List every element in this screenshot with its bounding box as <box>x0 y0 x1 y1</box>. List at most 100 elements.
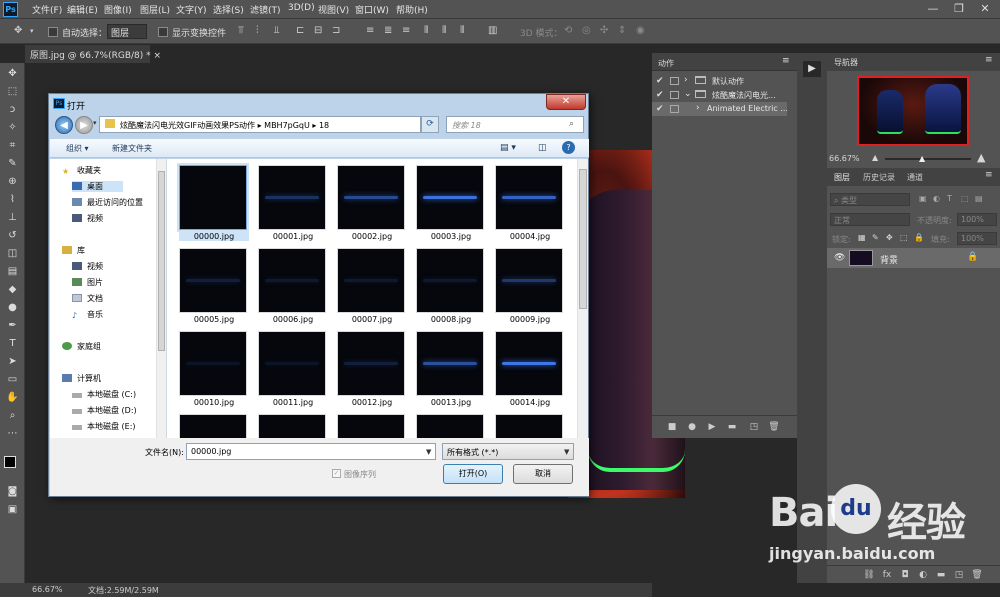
file-item[interactable] <box>416 414 486 438</box>
file-item[interactable] <box>179 414 249 438</box>
lock-position-icon[interactable]: ✥ <box>886 233 893 242</box>
blur-tool-icon[interactable]: ◆ <box>5 283 20 297</box>
lock-all-icon[interactable]: 🔒 <box>914 233 924 242</box>
zoom-tool-icon[interactable]: ⌕ <box>5 409 20 423</box>
pen-tool-icon[interactable]: ✒ <box>5 319 20 333</box>
distribute-bottom-icon[interactable]: ≡ <box>402 25 410 37</box>
path-selection-tool-icon[interactable]: ➤ <box>5 355 20 369</box>
menu-help[interactable]: 帮助(H) <box>396 3 428 16</box>
nav-music[interactable]: ♪ 音乐 <box>72 309 103 320</box>
preview-pane-icon[interactable]: ◫ <box>538 143 547 153</box>
chevron-down-icon[interactable]: ▼ <box>426 448 431 456</box>
stop-icon[interactable]: ■ <box>666 421 678 433</box>
align-left-icon[interactable]: ⊏ <box>296 25 304 37</box>
file-item[interactable]: 00005.jpg <box>179 248 249 330</box>
chevron-down-icon[interactable]: ⌄ <box>684 89 692 99</box>
file-item[interactable]: 00006.jpg <box>258 248 328 330</box>
dialog-toggle-icon[interactable] <box>670 105 679 113</box>
distribute-hcenter-icon[interactable]: ⦀ <box>442 25 446 37</box>
nav-homegroup[interactable]: 家庭组 <box>62 341 101 352</box>
eraser-tool-icon[interactable]: ◫ <box>5 247 20 261</box>
3d-scale-icon[interactable]: ◉ <box>636 25 645 37</box>
show-transform-checkbox[interactable] <box>158 27 168 37</box>
play-icon[interactable]: ▶ <box>803 61 821 77</box>
hand-tool-icon[interactable]: ✋ <box>5 391 20 405</box>
file-item[interactable] <box>337 414 407 438</box>
nav-libraries[interactable]: 库 <box>62 245 85 256</box>
file-item[interactable]: 00013.jpg <box>416 331 486 413</box>
status-zoom[interactable]: 66.67% <box>32 585 63 594</box>
align-right-icon[interactable]: ⊐ <box>332 25 340 37</box>
clone-stamp-tool-icon[interactable]: ⊥ <box>5 211 20 225</box>
dialog-toggle-icon[interactable] <box>670 77 679 85</box>
check-icon[interactable]: ✔ <box>656 76 664 86</box>
zoom-in-icon[interactable]: ▲ <box>977 151 985 164</box>
actions-panel-title[interactable]: 动作 <box>658 58 674 69</box>
chevron-down-icon[interactable]: ▾ <box>30 25 34 37</box>
dialog-close-button[interactable]: ✕ <box>546 94 586 110</box>
3d-roll-icon[interactable]: ◎ <box>582 25 591 37</box>
brush-tool-icon[interactable]: ⌇ <box>5 193 20 207</box>
file-item[interactable]: 00009.jpg <box>495 248 565 330</box>
file-item[interactable]: 00014.jpg <box>495 331 565 413</box>
history-brush-tool-icon[interactable]: ↺ <box>5 229 20 243</box>
opacity-input[interactable]: 100% <box>957 213 997 226</box>
lock-artboard-icon[interactable]: ⬚ <box>900 233 908 242</box>
trash-icon[interactable]: 🗑 <box>768 421 780 433</box>
view-options-icon[interactable]: ▤ ▾ <box>500 143 516 153</box>
filetype-select[interactable]: 所有格式 (*.*) <box>442 443 574 460</box>
chevron-right-icon[interactable]: › <box>684 75 688 85</box>
panel-menu-icon[interactable]: ≡ <box>782 56 790 66</box>
new-set-folder-icon[interactable]: ▬ <box>726 421 738 433</box>
healing-brush-tool-icon[interactable]: ⊕ <box>5 175 20 189</box>
file-item[interactable]: 00004.jpg <box>495 165 565 247</box>
open-button[interactable]: 打开(O) <box>443 464 503 484</box>
align-bottom-icon[interactable]: ⫫ <box>274 25 280 37</box>
file-item[interactable] <box>258 414 328 438</box>
file-item[interactable]: 00003.jpg <box>416 165 486 247</box>
panel-menu-icon[interactable]: ≡ <box>985 55 993 65</box>
file-item[interactable]: 00012.jpg <box>337 331 407 413</box>
move-tool-icon[interactable]: ✥ <box>5 67 20 81</box>
nav-documents[interactable]: 文档 <box>72 293 103 304</box>
menu-edit[interactable]: 编辑(E) <box>67 3 98 16</box>
marquee-tool-icon[interactable]: ⬚ <box>5 85 20 99</box>
help-icon[interactable]: ? <box>562 141 575 154</box>
lock-image-icon[interactable]: ✎ <box>872 233 879 242</box>
eye-icon[interactable]: 👁 <box>834 253 845 263</box>
3d-pan-icon[interactable]: ✣ <box>600 25 608 37</box>
blend-mode-select[interactable]: 正常 <box>830 213 910 226</box>
gradient-tool-icon[interactable]: ▤ <box>5 265 20 279</box>
layer-row-background[interactable]: 👁 背景 🔒 <box>827 248 1000 268</box>
action-set-row[interactable]: ✔ ⌄ 炫酷魔法闪电光... <box>652 88 787 102</box>
rectangle-tool-icon[interactable]: ▭ <box>5 373 20 387</box>
dialog-toggle-icon[interactable] <box>670 91 679 99</box>
zoom-out-icon[interactable]: ▲ <box>872 153 878 162</box>
file-item[interactable]: 00002.jpg <box>337 165 407 247</box>
forward-button[interactable]: ▶ <box>75 116 93 134</box>
refresh-button[interactable]: ⟳ <box>421 116 439 133</box>
distribute-vcenter-icon[interactable]: ≣ <box>384 25 392 37</box>
navigator-title[interactable]: 导航器 <box>834 57 858 68</box>
file-item[interactable]: 00008.jpg <box>416 248 486 330</box>
document-tab-close-icon[interactable]: × <box>154 51 162 61</box>
nav-scrollbar-thumb[interactable] <box>158 171 165 351</box>
file-item[interactable]: 00000.jpg <box>179 165 249 247</box>
filter-smart-icon[interactable]: ▤ <box>975 194 983 203</box>
file-item[interactable]: 00011.jpg <box>258 331 328 413</box>
menu-layer[interactable]: 图层(L) <box>140 3 170 16</box>
quick-mask-icon[interactable]: ◙ <box>5 485 20 499</box>
file-item[interactable] <box>495 414 565 438</box>
file-grid-scrollbar-thumb[interactable] <box>579 169 587 309</box>
filter-shape-icon[interactable]: ⬚ <box>961 194 969 203</box>
tab-history[interactable]: 历史记录 <box>863 172 895 183</box>
action-row-selected[interactable]: ✔ › Animated Electric ... <box>652 102 788 116</box>
layer-kind-filter[interactable]: ⌕ 类型 <box>830 193 910 206</box>
nav-favorites[interactable]: ★ 收藏夹 <box>62 165 101 176</box>
align-vcenter-icon[interactable]: ⫶ <box>256 25 259 37</box>
3d-rotate-icon[interactable]: ⟲ <box>564 25 572 37</box>
foreground-color-swatch[interactable] <box>4 456 16 468</box>
nav-computer[interactable]: 计算机 <box>62 373 101 384</box>
menu-view[interactable]: 视图(V) <box>318 3 349 16</box>
filter-type-icon[interactable]: T <box>947 194 952 203</box>
